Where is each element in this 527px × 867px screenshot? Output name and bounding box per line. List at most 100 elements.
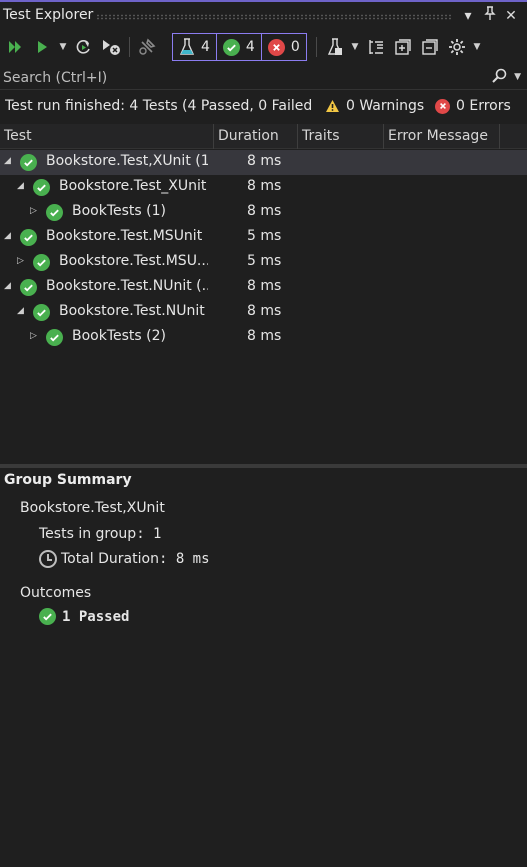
test-name: BookTests (2)	[72, 328, 166, 344]
playlist-button[interactable]	[324, 34, 346, 60]
tests-in-group-line: Tests in group : 1	[39, 526, 161, 542]
run-status-message: Test run finished: 4 Tests (4 Passed, 0 …	[5, 98, 313, 114]
passed-check-icon	[46, 329, 63, 346]
test-duration: 5 ms	[247, 253, 282, 269]
test-duration: 8 ms	[247, 153, 282, 169]
toolbar-separator	[129, 37, 130, 57]
passed-tests-filter[interactable]: 4	[217, 34, 262, 60]
run-all-tests-button[interactable]	[5, 34, 25, 60]
window-menu-chevron-icon[interactable]: ▾	[459, 6, 477, 26]
expand-all-button[interactable]	[392, 34, 414, 60]
expand-arrow-icon[interactable]: ▷	[30, 331, 40, 343]
run-dropdown-chevron-icon[interactable]: ▼	[57, 34, 69, 60]
test-duration: 8 ms	[247, 278, 282, 294]
column-header-spacer	[500, 124, 527, 149]
passed-check-icon	[46, 204, 63, 221]
settings-gear-icon[interactable]	[446, 34, 468, 60]
warnings-count: 0 Warnings	[346, 98, 425, 114]
tests-in-group-label: Tests in group	[39, 526, 137, 542]
total-duration-line: Total Duration : 8 ms	[39, 550, 210, 568]
debug-tests-button[interactable]	[136, 34, 158, 60]
column-header-error-message[interactable]: Error Message	[384, 124, 500, 149]
test-tree-row[interactable]: ◢ Bookstore.Test,XUnit (1) 8 ms	[0, 150, 527, 175]
group-summary-pane: Group Summary Bookstore.Test,XUnit Tests…	[0, 468, 527, 867]
settings-dropdown-chevron-icon[interactable]: ▼	[471, 34, 483, 60]
warnings-indicator[interactable]: 0 Warnings	[325, 98, 424, 114]
passed-count: 4	[245, 39, 255, 55]
column-header-duration[interactable]: Duration	[214, 124, 298, 149]
test-tree-row[interactable]: ▷ BookTests (1) 8 ms	[0, 200, 527, 225]
flask-icon	[179, 38, 195, 55]
test-duration: 8 ms	[247, 328, 282, 344]
passed-check-icon	[222, 38, 240, 56]
column-header-traits[interactable]: Traits	[298, 124, 384, 149]
test-counters: 4 4 0	[172, 33, 307, 61]
total-tests-filter[interactable]: 4	[173, 34, 217, 60]
test-tree-row[interactable]: ◢ Bookstore.Test.NUnit ... 8 ms	[0, 300, 527, 325]
collapse-arrow-icon[interactable]: ◢	[17, 181, 27, 193]
test-tree-row[interactable]: ▷ BookTests (2) 8 ms	[0, 325, 527, 350]
passed-check-icon	[33, 304, 50, 321]
test-duration: 8 ms	[247, 203, 282, 219]
test-tree: ◢ Bookstore.Test,XUnit (1) 8 ms ◢ Bookstore.…	[0, 150, 527, 462]
warning-icon	[326, 100, 339, 112]
tests-in-group-value: 1	[153, 526, 162, 542]
test-name: Bookstore.Test.NUnit ...	[59, 303, 208, 319]
collapse-all-button[interactable]	[419, 34, 441, 60]
test-name: Bookstore.Test.MSU...	[59, 253, 208, 269]
search-options-chevron-icon[interactable]: ▼	[514, 72, 521, 82]
playlist-dropdown-chevron-icon[interactable]: ▼	[349, 34, 361, 60]
outcome-passed[interactable]: 1 Passed	[39, 608, 129, 625]
test-tree-row[interactable]: ◢ Bookstore.Test_XUnit ... 8 ms	[0, 175, 527, 200]
summary-title: Group Summary	[4, 472, 132, 488]
passed-check-icon	[20, 154, 37, 171]
test-duration: 5 ms	[247, 228, 282, 244]
collapse-arrow-icon[interactable]: ◢	[17, 306, 27, 318]
error-icon	[435, 98, 450, 114]
failed-count: 0	[290, 39, 300, 55]
collapse-arrow-icon[interactable]: ◢	[4, 231, 14, 243]
passed-check-icon	[39, 608, 56, 625]
test-name: Bookstore.Test_XUnit ...	[59, 178, 208, 194]
test-tree-row[interactable]: ◢ Bookstore.Test.NUnit (... 8 ms	[0, 275, 527, 300]
toolbar-separator	[316, 37, 317, 57]
failed-tests-filter[interactable]: 0	[262, 34, 306, 60]
column-header-test[interactable]: Test	[0, 124, 214, 149]
search-icon[interactable]	[491, 68, 507, 88]
drag-grip[interactable]	[96, 14, 452, 20]
outcomes-label: Outcomes	[20, 585, 92, 601]
total-duration-value: 8 ms	[175, 551, 210, 567]
test-name: Bookstore.Test,XUnit (1)	[46, 153, 208, 169]
title-bar: Test Explorer ▾ ✕	[0, 0, 527, 30]
test-tree-row[interactable]: ◢ Bookstore.Test.MSUnit ... 5 ms	[0, 225, 527, 250]
passed-check-icon	[20, 229, 37, 246]
pin-icon[interactable]	[481, 6, 499, 26]
status-bar: Test run finished: 4 Tests (4 Passed, 0 …	[0, 93, 527, 121]
total-count: 4	[201, 39, 210, 55]
run-button[interactable]	[32, 34, 52, 60]
passed-outcome-text: 1 Passed	[62, 608, 130, 625]
close-icon[interactable]: ✕	[502, 6, 520, 26]
test-name: Bookstore.Test.NUnit (...	[46, 278, 208, 294]
group-by-button[interactable]	[365, 34, 387, 60]
passed-check-icon	[20, 279, 37, 296]
search-bar: ▼	[0, 66, 527, 90]
run-failed-tests-button[interactable]	[100, 34, 122, 60]
total-duration-label: Total Duration	[61, 551, 159, 567]
test-tree-row[interactable]: ▷ Bookstore.Test.MSU... 5 ms	[0, 250, 527, 275]
errors-indicator[interactable]: 0 Errors	[435, 98, 511, 114]
errors-count: 0 Errors	[456, 98, 511, 114]
summary-group-name: Bookstore.Test,XUnit	[20, 500, 165, 516]
passed-check-icon	[33, 254, 50, 271]
expand-arrow-icon[interactable]: ▷	[30, 206, 40, 218]
column-headers: Test Duration Traits Error Message	[0, 124, 527, 149]
expand-arrow-icon[interactable]: ▷	[17, 256, 27, 268]
repeat-last-run-button[interactable]	[74, 34, 94, 60]
collapse-arrow-icon[interactable]: ◢	[4, 156, 14, 168]
search-input[interactable]	[0, 66, 480, 90]
colon: :	[158, 551, 176, 567]
collapse-arrow-icon[interactable]: ◢	[4, 281, 14, 293]
passed-check-icon	[33, 179, 50, 196]
test-name: Bookstore.Test.MSUnit ...	[46, 228, 208, 244]
test-duration: 8 ms	[247, 178, 282, 194]
